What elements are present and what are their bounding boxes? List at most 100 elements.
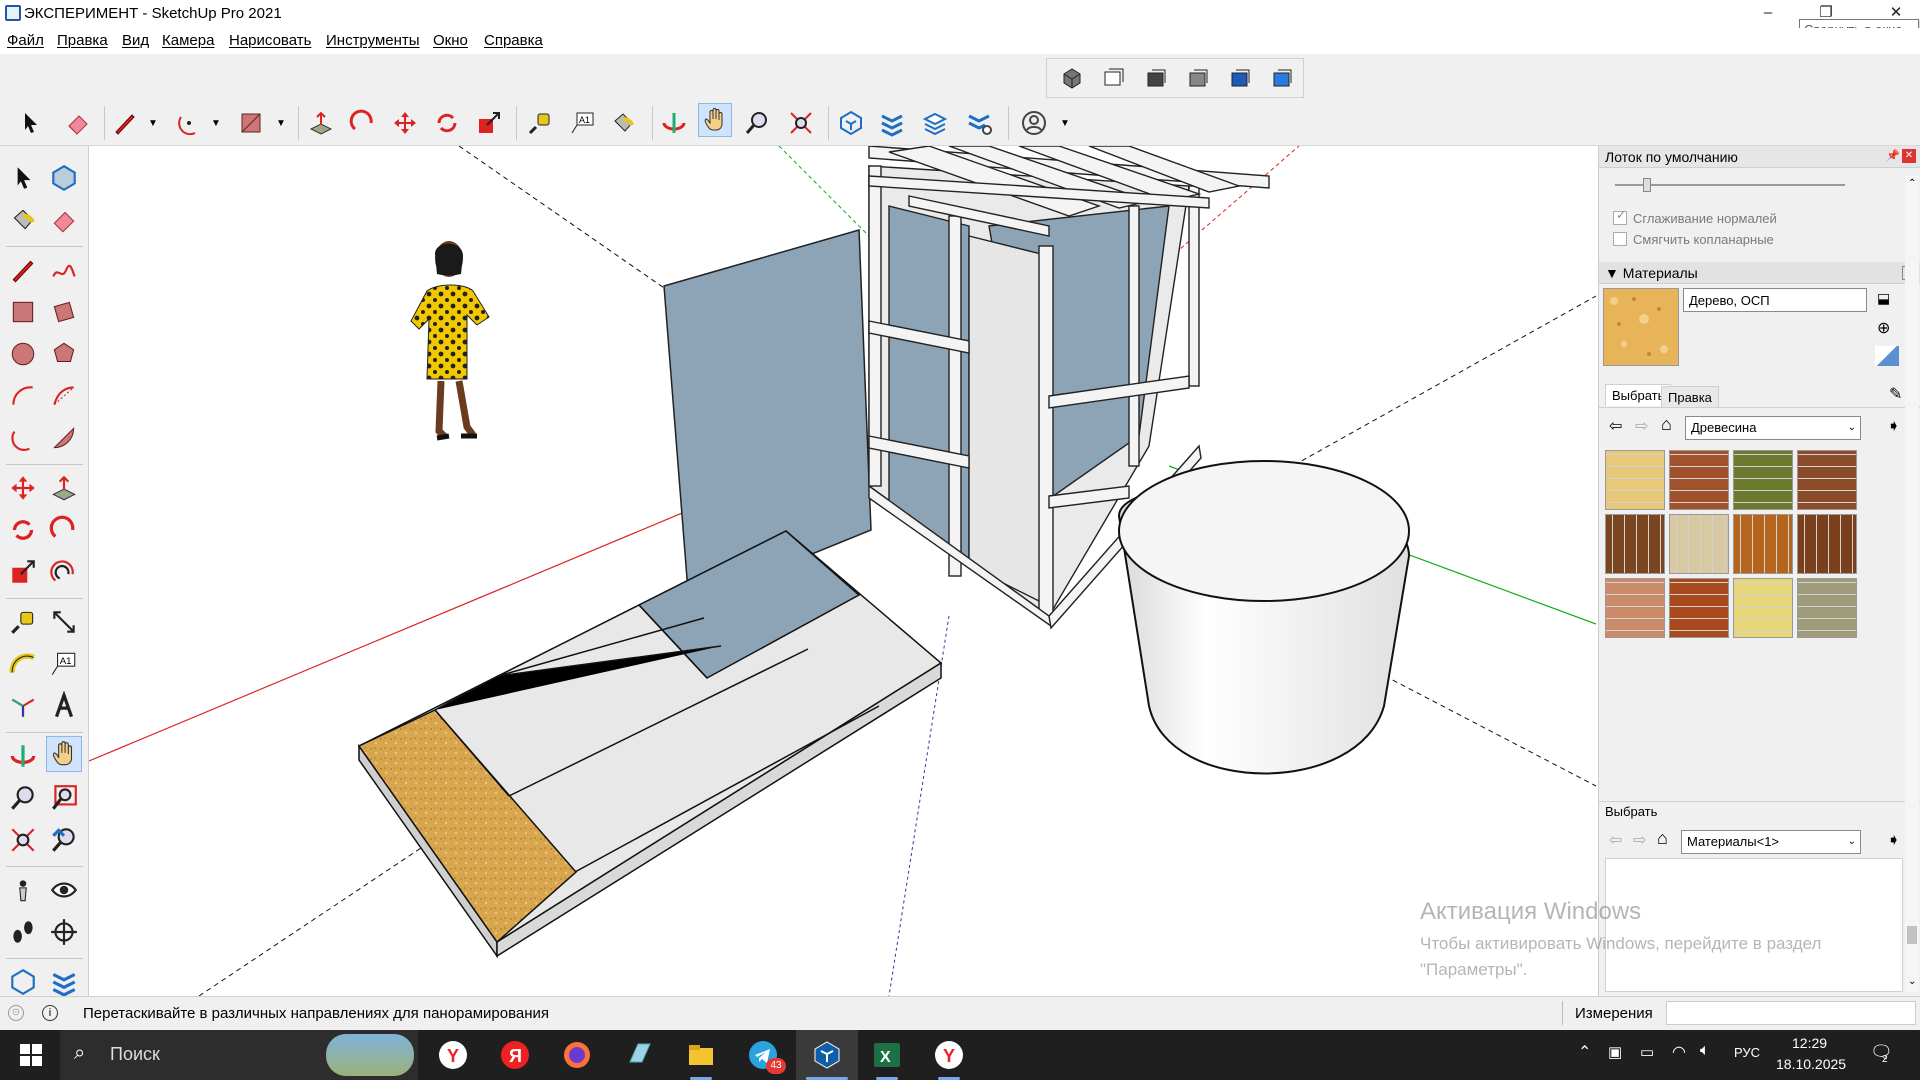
rotated-rectangle-icon[interactable] [46,294,82,330]
windows-start-icon[interactable] [14,1038,48,1072]
menu-view[interactable]: Вид [122,32,149,49]
yandex-browser-icon[interactable]: Y [436,1038,470,1072]
material-name-input[interactable] [1683,288,1867,312]
arc-tool-icon[interactable] [172,106,206,140]
language-indicator[interactable]: РУС [1734,1045,1760,1060]
home-icon[interactable]: ⌂ [1661,414,1672,435]
menu-draw[interactable]: Нарисовать [229,32,311,49]
axes-icon[interactable] [5,688,41,724]
menu-help[interactable]: Справка [484,32,543,49]
arc-tool-icon[interactable] [5,378,41,414]
create-material-icon[interactable]: ⊕ [1877,318,1890,338]
material-swatch[interactable] [1733,450,1793,510]
material-swatch[interactable] [1797,578,1857,638]
move-icon[interactable] [388,106,422,140]
default-material-icon[interactable] [1875,346,1899,366]
freehand-icon[interactable] [46,252,82,288]
yandex-browser-icon[interactable]: Y [932,1038,966,1072]
material-swatch[interactable] [1669,514,1729,574]
wifi-icon[interactable]: ◠ [1672,1042,1686,1062]
tape-measure-icon[interactable] [523,106,557,140]
floor-slab[interactable] [357,530,943,959]
menu-window[interactable]: Окно [433,32,468,49]
scrollbar-thumb[interactable] [1907,926,1917,944]
scale-icon[interactable] [5,554,41,590]
chevron-down-icon[interactable]: ▼ [148,118,158,129]
material-swatch[interactable] [1605,514,1665,574]
close-icon[interactable]: ✕ [1902,149,1916,163]
three-point-arc-icon[interactable] [5,420,41,456]
extension-warehouse-icon[interactable] [875,106,909,140]
tray-scrollbar[interactable] [1905,176,1919,992]
chevron-down-icon[interactable]: ▼ [1060,118,1070,129]
pan-tool-icon[interactable] [698,103,732,137]
dimension-icon[interactable] [46,604,82,640]
paint-bucket-icon[interactable] [5,202,41,238]
material-swatch[interactable] [1605,450,1665,510]
push-pull-icon[interactable] [46,470,82,506]
follow-me-icon[interactable] [346,106,380,140]
warehouse-icon[interactable] [5,964,41,1000]
model-library-select[interactable]: Материалы<1> ⌄ [1681,830,1861,854]
material-swatch[interactable] [1733,514,1793,574]
back-view-icon[interactable] [1223,61,1257,95]
slider-thumb[interactable] [1643,178,1651,192]
battery-icon[interactable]: ▭ [1640,1043,1654,1061]
details-arrow-icon[interactable]: ➧ [1887,416,1900,436]
text-tool-icon[interactable]: A1 [46,646,82,682]
measurements-input[interactable] [1666,1001,1916,1025]
firefox-icon[interactable] [560,1038,594,1072]
rotate-icon[interactable] [5,512,41,548]
select-tool-icon[interactable] [5,160,41,196]
right-view-icon[interactable] [1181,61,1215,95]
polygon-tool-icon[interactable] [46,336,82,372]
rotate-icon[interactable] [430,106,464,140]
chevron-down-icon[interactable]: ▼ [211,118,221,129]
menu-file[interactable]: Файл [7,32,44,49]
left-view-icon[interactable] [1265,61,1299,95]
material-swatch[interactable] [1733,578,1793,638]
line-tool-icon[interactable] [5,252,41,288]
tab-edit[interactable]: Правка [1661,386,1719,408]
display-secondary-icon[interactable]: ⬓ [1877,290,1890,307]
minimize-button[interactable]: – [1745,0,1791,28]
circle-tool-icon[interactable] [5,336,41,372]
eyedropper-icon[interactable]: ✎ [1889,384,1902,404]
eraser-icon[interactable] [61,106,95,140]
notes-app-icon[interactable] [622,1038,656,1072]
two-point-arc-icon[interactable] [46,378,82,414]
make-component-icon[interactable] [46,160,82,196]
scale-icon[interactable] [472,106,506,140]
model-materials-list[interactable] [1605,858,1903,992]
account-icon[interactable] [1017,106,1051,140]
model-scene[interactable] [89,146,1596,996]
yandex-icon[interactable]: Я [498,1038,532,1072]
walk-icon[interactable] [5,914,41,950]
library-select[interactable]: Древесина ⌄ [1685,416,1861,440]
extension-warehouse-icon[interactable] [46,964,82,1000]
push-pull-icon[interactable] [304,106,338,140]
back-arrow-icon[interactable]: ⇦ [1609,416,1622,436]
protractor-icon[interactable] [5,646,41,682]
forward-arrow-icon[interactable]: ⇨ [1633,830,1646,850]
pan-tool-icon[interactable] [46,736,82,772]
warehouse-icon[interactable] [834,106,868,140]
material-swatch[interactable] [1797,514,1857,574]
volume-icon[interactable]: 🔈︎ [1700,1042,1710,1060]
section-plane-icon[interactable] [46,914,82,950]
forward-arrow-icon[interactable]: ⇨ [1635,416,1648,436]
select-tool-icon[interactable] [13,106,47,140]
rectangle-tool-icon[interactable] [5,294,41,330]
follow-me-icon[interactable] [46,512,82,548]
device-icon[interactable]: ▣ [1608,1043,1622,1061]
clock-date[interactable]: 18.10.2025 [1776,1056,1846,1072]
extension-manager-icon[interactable] [962,106,996,140]
materials-header[interactable]: ▼ Материалы [1599,262,1920,284]
home-icon[interactable]: ⌂ [1657,828,1668,849]
offset-icon[interactable] [46,554,82,590]
pin-icon[interactable]: 📌 [1886,149,1900,162]
orbit-icon[interactable] [5,738,41,774]
chevron-down-icon[interactable]: ▼ [276,118,286,129]
chevron-up-icon[interactable]: ⌃ [1578,1042,1591,1062]
material-swatch[interactable] [1669,450,1729,510]
